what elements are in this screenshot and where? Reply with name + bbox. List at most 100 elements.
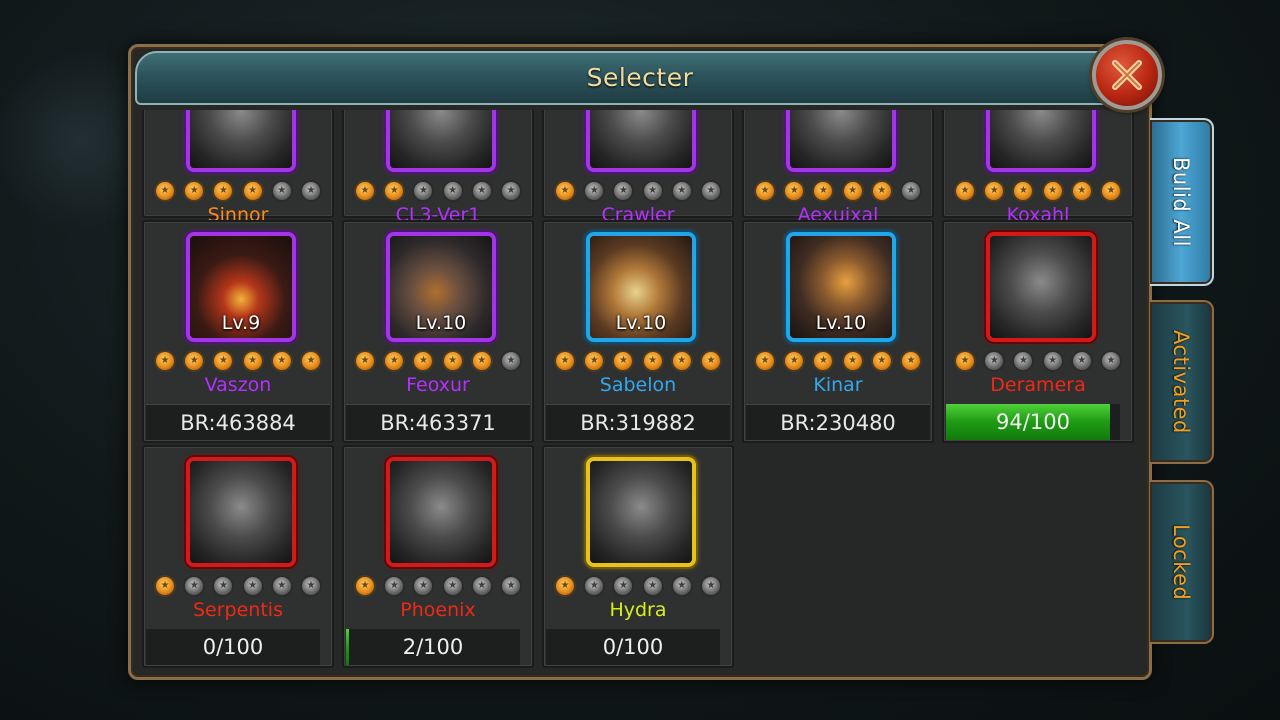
creature-art [990, 236, 1092, 338]
star-icon: ★ [470, 350, 493, 372]
tab-activated-label: Activated [1169, 330, 1193, 434]
creature-card[interactable]: Lv.10 ★ ★ ★ ★ ★ ★ Feoxur BR:463371 [342, 220, 534, 443]
star-icon: ★ [154, 350, 176, 372]
creature-card[interactable]: ★ ★ ★ ★ ★ ★ Serpentis 0/100 [142, 445, 334, 668]
creature-card[interactable]: ★ ★ ★ ★ ★ ★ Phoenix 2/100 [342, 445, 534, 668]
star-icon: ★ [670, 180, 693, 202]
star-icon: ★ [899, 180, 922, 202]
tab-locked[interactable]: Locked [1150, 480, 1214, 644]
battle-rating: BR:463371 [346, 404, 530, 440]
creature-card[interactable]: ★★★★★★SinnorBR:217255 [142, 110, 334, 270]
close-x-icon [1112, 60, 1142, 90]
star-icon: ★ [412, 350, 435, 372]
star-icon: ★ [899, 350, 922, 372]
star-icon: ★ [183, 180, 206, 202]
star-rating: ★ ★ ★ ★ ★ ★ [754, 350, 922, 372]
creature-portrait [186, 110, 296, 172]
creature-art [990, 110, 1092, 168]
creature-name: Kinar [813, 374, 863, 396]
creature-card[interactable]: Lv.10 ★ ★ ★ ★ ★ ★ Sabelon BR:319882 [542, 220, 734, 443]
creature-portrait [186, 457, 296, 567]
star-icon: ★ [299, 350, 322, 372]
creature-portrait: Lv.10 [586, 232, 696, 342]
star-icon: ★ [1041, 180, 1064, 202]
star-icon: ★ [812, 350, 835, 372]
star-icon: ★ [554, 180, 576, 202]
star-icon: ★ [212, 575, 235, 597]
star-icon: ★ [699, 350, 722, 372]
star-icon: ★ [412, 575, 435, 597]
star-icon: ★ [699, 575, 722, 597]
star-icon: ★ [612, 575, 635, 597]
star-icon: ★ [641, 180, 664, 202]
shard-progress-bar: 2/100 [346, 629, 520, 665]
star-icon: ★ [354, 180, 376, 202]
creature-art [190, 461, 292, 563]
creature-name: Sabelon [599, 374, 677, 396]
star-icon: ★ [212, 180, 235, 202]
close-button[interactable] [1092, 40, 1162, 110]
tab-bulid-all[interactable]: Bulid All [1150, 118, 1214, 286]
creature-portrait: Lv.9 [186, 232, 296, 342]
star-icon: ★ [612, 180, 635, 202]
star-icon: ★ [670, 575, 693, 597]
progress-text: 94/100 [996, 410, 1070, 434]
star-rating: ★ ★ ★ ★ ★ ★ [154, 350, 322, 372]
creature-level: Lv.9 [221, 312, 261, 334]
creature-art [390, 110, 492, 168]
star-icon: ★ [583, 575, 606, 597]
star-icon: ★ [670, 350, 693, 372]
creature-card[interactable]: Lv.9 ★ ★ ★ ★ ★ ★ Vaszon BR:463884 [142, 220, 334, 443]
star-rating: ★ ★ ★ ★ ★ ★ [954, 180, 1122, 202]
creature-card[interactable]: ★★★★★★CrawlerBR:2930 [542, 110, 734, 270]
creature-card[interactable]: ★★★★★★KoxahlBR:526726 [942, 110, 1134, 270]
star-icon: ★ [754, 350, 776, 372]
creature-card[interactable]: Lv.10 ★ ★ ★ ★ ★ ★ Kinar BR:230480 [742, 220, 934, 443]
star-rating: ★ ★ ★ ★ ★ ★ [554, 350, 722, 372]
star-icon: ★ [154, 575, 176, 597]
star-icon: ★ [354, 575, 376, 597]
creature-portrait: Lv.10 [786, 232, 896, 342]
creature-card[interactable]: ★ ★ ★ ★ ★ ★ Deramera 94/100 [942, 220, 1134, 443]
star-icon: ★ [783, 350, 806, 372]
star-icon: ★ [299, 575, 322, 597]
star-rating: ★ ★ ★ ★ ★ ★ [354, 575, 522, 597]
tab-activated[interactable]: Activated [1150, 300, 1214, 464]
creature-art [790, 110, 892, 168]
star-icon: ★ [241, 180, 264, 202]
shard-progress-bar: 0/100 [146, 629, 320, 665]
creature-portrait [986, 232, 1096, 342]
star-icon: ★ [1041, 350, 1064, 372]
creature-art [590, 461, 692, 563]
star-icon: ★ [583, 180, 606, 202]
creature-portrait [586, 457, 696, 567]
creature-card[interactable]: ★ ★ ★ ★ ★ ★ Hydra 0/100 [542, 445, 734, 668]
creature-portrait [986, 110, 1096, 172]
creature-portrait [786, 110, 896, 172]
battle-rating: BR:230480 [746, 404, 930, 440]
progress-text: 0/100 [602, 635, 664, 659]
star-icon: ★ [212, 350, 235, 372]
creature-card[interactable]: ★★★★★★AexuixalBR:376605 [742, 110, 934, 270]
star-icon: ★ [812, 180, 835, 202]
creature-portrait [386, 110, 496, 172]
creature-card[interactable]: ★★★★★★CL3-Ver1BR:5480 [342, 110, 534, 270]
star-icon: ★ [299, 180, 322, 202]
star-icon: ★ [612, 350, 635, 372]
star-icon: ★ [1070, 350, 1093, 372]
creature-name: Phoenix [400, 599, 476, 621]
star-icon: ★ [554, 575, 576, 597]
star-icon: ★ [383, 350, 406, 372]
creature-name: Serpentis [193, 599, 283, 621]
progress-text: 0/100 [202, 635, 264, 659]
star-icon: ★ [499, 350, 522, 372]
battle-rating: BR:463884 [146, 404, 330, 440]
progress-fill [346, 629, 349, 665]
star-icon: ★ [554, 350, 576, 372]
creature-level: Lv.10 [615, 312, 667, 334]
star-icon: ★ [641, 575, 664, 597]
star-icon: ★ [870, 350, 893, 372]
star-icon: ★ [641, 350, 664, 372]
star-icon: ★ [354, 350, 376, 372]
star-icon: ★ [870, 180, 893, 202]
